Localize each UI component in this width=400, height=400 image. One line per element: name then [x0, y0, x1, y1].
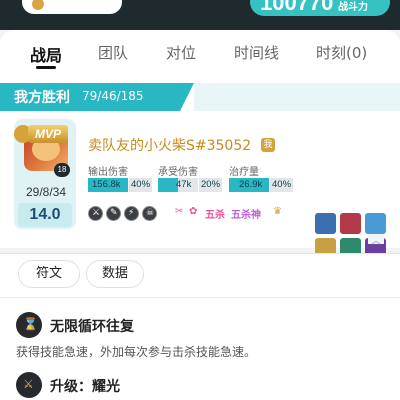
- tab-team[interactable]: 团队: [98, 42, 128, 63]
- banner-left-pill: [22, 0, 122, 14]
- damage-taken-fill: [158, 178, 178, 192]
- healing-percent: 40%: [272, 179, 292, 190]
- crown-icon: ♛: [273, 206, 282, 217]
- chevron-up-icon: ︿: [371, 236, 381, 247]
- mvp-label: MVP: [28, 125, 68, 143]
- combat-power-value: 100770: [260, 0, 334, 15]
- damage-dealt-label: 输出伤害: [88, 167, 128, 178]
- match-tabs: 战局 团队 对位 时间线 时刻(0): [0, 30, 400, 75]
- wand-icon[interactable]: ⚡: [124, 206, 139, 221]
- player-kda: 29/8/34: [25, 185, 67, 199]
- damage-taken-bar: 47k 20%: [158, 178, 222, 192]
- stat-separator: [269, 178, 270, 192]
- damage-taken-label: 承受伤害: [158, 167, 198, 178]
- result-banner-extension: [194, 83, 400, 111]
- equipment-slot-3[interactable]: [365, 213, 386, 234]
- tab-battle[interactable]: 战局: [30, 42, 62, 66]
- skull-icon[interactable]: ☠: [142, 206, 157, 221]
- stat-separator: [128, 178, 129, 192]
- combat-power-label: 战斗力: [338, 2, 368, 13]
- hourglass-icon: ⌛: [16, 312, 42, 338]
- equipment-slot-2[interactable]: [340, 213, 361, 234]
- tab-data[interactable]: 数据: [86, 260, 144, 288]
- damage-dealt-bar: 156.8k 40%: [88, 178, 152, 192]
- knife-icon[interactable]: ✎: [106, 206, 121, 221]
- player-name[interactable]: 卖队友的小火柴S#35052: [88, 135, 251, 155]
- healing-bar: 26.9k 40%: [229, 178, 293, 192]
- stat-separator: [198, 178, 199, 192]
- tab-moments[interactable]: 时刻(0): [316, 42, 367, 63]
- team-kda: 79/46/185: [82, 89, 144, 103]
- banner-coin-icon: [32, 0, 44, 10]
- equipment-slot-1[interactable]: [315, 213, 336, 234]
- mvp-badge: MVP: [14, 123, 74, 143]
- triple-kill-icon: ✿: [189, 206, 198, 217]
- tab-runes[interactable]: 符文: [18, 260, 80, 288]
- penta-god-label: 五杀神: [231, 210, 261, 221]
- collapse-toggle[interactable]: ︿: [368, 234, 384, 247]
- champion-level: 18: [54, 163, 70, 177]
- sword-icon[interactable]: ⚔: [88, 206, 103, 221]
- section-divider: [0, 297, 400, 298]
- sword-icon: ⚔: [16, 372, 42, 398]
- active-tab-indicator: [36, 66, 56, 69]
- rune-name: 升级：耀光: [50, 379, 120, 395]
- double-kill-icon: ✂: [175, 206, 184, 217]
- team-result-card: 我方胜利 79/46/185 18 29/8/34 14.0 MVP 卖队友的小…: [0, 75, 400, 259]
- healing-label: 治疗量: [229, 167, 259, 178]
- player-score: 14.0: [29, 206, 61, 223]
- top-banner: 100770 战斗力: [0, 0, 400, 30]
- result-label: 我方胜利: [14, 90, 70, 106]
- penta-kill-label: 五杀: [205, 210, 225, 221]
- tab-timeline[interactable]: 时间线: [234, 42, 279, 63]
- tab-matchup[interactable]: 对位: [166, 42, 196, 63]
- me-tag: 我: [261, 138, 275, 152]
- combat-power-pill: 100770 战斗力: [250, 0, 390, 16]
- rune-name: 无限循环往复: [50, 319, 134, 335]
- rune-description: 获得技能急速，外加每次参与击杀技能急速。: [16, 345, 257, 359]
- honor-badges: ✂ ✿ 五杀 五杀神 ♛: [175, 206, 295, 222]
